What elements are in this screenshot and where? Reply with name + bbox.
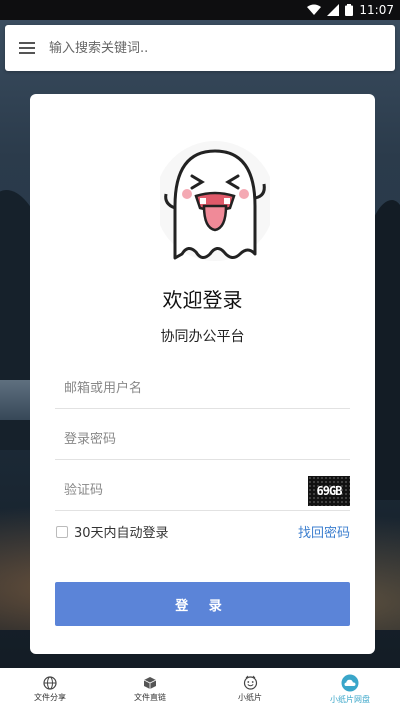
battery-icon bbox=[345, 4, 354, 16]
status-time: 11:07 bbox=[359, 3, 394, 17]
password-input[interactable] bbox=[55, 432, 350, 447]
hamburger-menu-icon bbox=[19, 42, 35, 54]
globe-icon bbox=[43, 675, 57, 690]
signal-icon bbox=[327, 4, 340, 16]
remember-checkbox[interactable] bbox=[56, 525, 68, 538]
captcha-field-row: 69GB bbox=[55, 471, 350, 511]
nav-item-paper-drive[interactable]: 小纸片网盘 bbox=[300, 668, 400, 710]
search-bar bbox=[5, 25, 395, 71]
remember-label: 30天内自动登录 bbox=[74, 526, 169, 541]
remember-me[interactable]: 30天内自动登录 bbox=[56, 522, 169, 541]
email-input[interactable] bbox=[55, 381, 350, 396]
captcha-text: 69GB bbox=[316, 483, 343, 498]
nav-item-paper[interactable]: 小纸片 bbox=[200, 668, 300, 710]
search-input[interactable] bbox=[49, 28, 395, 68]
smiley-icon bbox=[243, 675, 257, 690]
forgot-password-link[interactable]: 找回密码 bbox=[298, 522, 350, 541]
nav-label: 文件分享 bbox=[34, 692, 66, 702]
email-field-row bbox=[55, 369, 350, 409]
login-button[interactable]: 登 录 bbox=[55, 582, 350, 626]
captcha-image[interactable]: 69GB bbox=[308, 475, 350, 506]
login-subtitle: 协同办公平台 bbox=[160, 329, 245, 345]
nav-item-file-share[interactable]: 文件分享 bbox=[0, 668, 100, 710]
nav-item-file-link[interactable]: 文件直链 bbox=[100, 668, 200, 710]
cube-icon bbox=[143, 676, 157, 689]
cloud-icon bbox=[341, 674, 359, 691]
login-title: 欢迎登录 bbox=[162, 288, 243, 312]
nav-label: 文件直链 bbox=[134, 692, 166, 702]
bottom-nav: 文件分享 文件直链 小纸片 小纸片网盘 bbox=[0, 668, 400, 710]
nav-label: 小纸片网盘 bbox=[330, 694, 370, 704]
login-card: 欢迎登录 协同办公平台 69GB 30天内自动登录 找回密码 登 录 bbox=[30, 94, 375, 654]
status-bar: 11:07 bbox=[0, 0, 400, 20]
wifi-icon bbox=[307, 4, 322, 15]
captcha-input[interactable] bbox=[55, 483, 308, 498]
nav-label: 小纸片 bbox=[238, 693, 262, 702]
ghost-mascot-icon bbox=[160, 141, 270, 261]
password-field-row bbox=[55, 420, 350, 460]
menu-button[interactable] bbox=[5, 25, 49, 71]
